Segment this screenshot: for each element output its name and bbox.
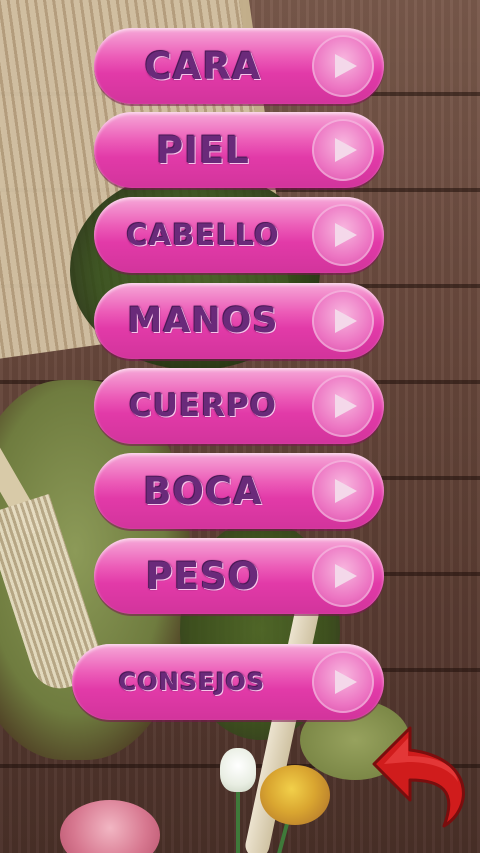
menu-button-label: BOCA: [143, 469, 263, 513]
back-arrow-icon: [372, 726, 465, 828]
menu-button-consejos[interactable]: CONSEJOS: [72, 644, 384, 720]
app-screen: CARA PIEL CABELLO MANOS CUERPO BOCA PESO: [0, 0, 480, 853]
menu-button-manos[interactable]: MANOS: [94, 283, 384, 359]
menu-button-label: PESO: [145, 554, 261, 598]
menu-button-cabello[interactable]: CABELLO: [94, 197, 384, 273]
play-icon: [312, 35, 374, 97]
menu-button-boca[interactable]: BOCA: [94, 453, 384, 529]
play-icon: [312, 651, 374, 713]
menu-button-peso[interactable]: PESO: [94, 538, 384, 614]
flower-stem-decoration: [236, 790, 240, 853]
menu-button-piel[interactable]: PIEL: [94, 112, 384, 188]
menu-button-cara[interactable]: CARA: [94, 28, 384, 104]
play-icon: [312, 375, 374, 437]
menu-button-label: CUERPO: [128, 388, 278, 424]
play-icon: [312, 290, 374, 352]
play-icon: [312, 204, 374, 266]
menu-button-label: CABELLO: [126, 218, 280, 252]
menu-button-label: PIEL: [156, 128, 250, 172]
menu-button-label: CARA: [144, 44, 262, 88]
menu-button-cuerpo[interactable]: CUERPO: [94, 368, 384, 444]
play-icon: [312, 119, 374, 181]
white-rose-decoration: [220, 748, 256, 792]
back-button[interactable]: [370, 722, 478, 832]
yellow-rose-decoration: [260, 765, 330, 825]
menu-button-label: CONSEJOS: [118, 668, 266, 696]
play-icon: [312, 460, 374, 522]
menu-button-label: MANOS: [127, 301, 279, 341]
play-icon: [312, 545, 374, 607]
